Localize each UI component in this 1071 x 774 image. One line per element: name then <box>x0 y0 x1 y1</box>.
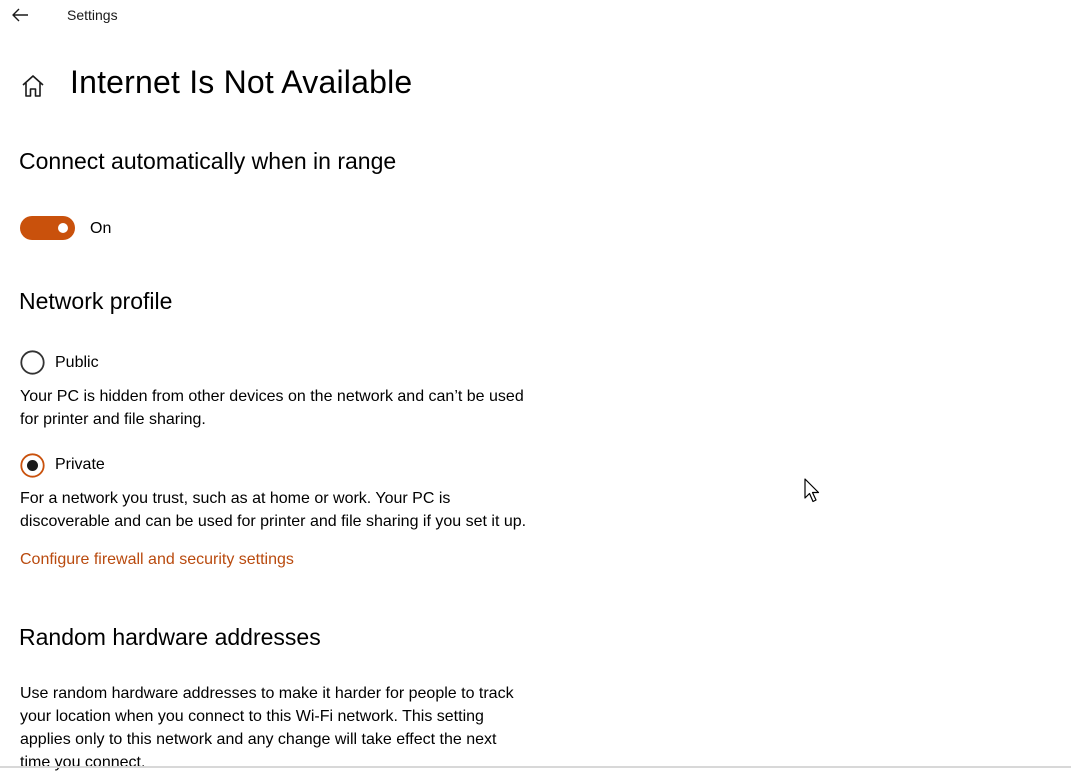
radio-public-label: Public <box>55 354 99 371</box>
back-button[interactable] <box>6 2 34 28</box>
home-icon[interactable] <box>19 72 47 100</box>
radio-private[interactable] <box>20 453 45 478</box>
toggle-state-label: On <box>90 220 112 237</box>
private-description: For a network you trust, such as at home… <box>20 490 527 530</box>
page-title: Internet Is Not Available <box>70 64 413 100</box>
radio-private-label: Private <box>55 456 105 473</box>
random-hw-heading: Random hardware addresses <box>19 624 321 650</box>
firewall-settings-link[interactable]: Configure firewall and security settings <box>20 551 294 569</box>
back-arrow-icon <box>12 8 28 22</box>
title-bar: Settings <box>0 0 1071 32</box>
window-title: Settings <box>67 7 118 23</box>
auto-connect-heading: Connect automatically when in range <box>19 148 397 174</box>
radio-public[interactable] <box>20 350 45 375</box>
toggle-knob <box>58 223 68 233</box>
auto-connect-toggle[interactable] <box>20 216 75 240</box>
public-description: Your PC is hidden from other devices on … <box>20 388 524 428</box>
random-hw-description: Use random hardware addresses to make it… <box>20 685 514 771</box>
mouse-pointer-icon <box>804 478 820 503</box>
network-profile-heading: Network profile <box>19 288 173 314</box>
